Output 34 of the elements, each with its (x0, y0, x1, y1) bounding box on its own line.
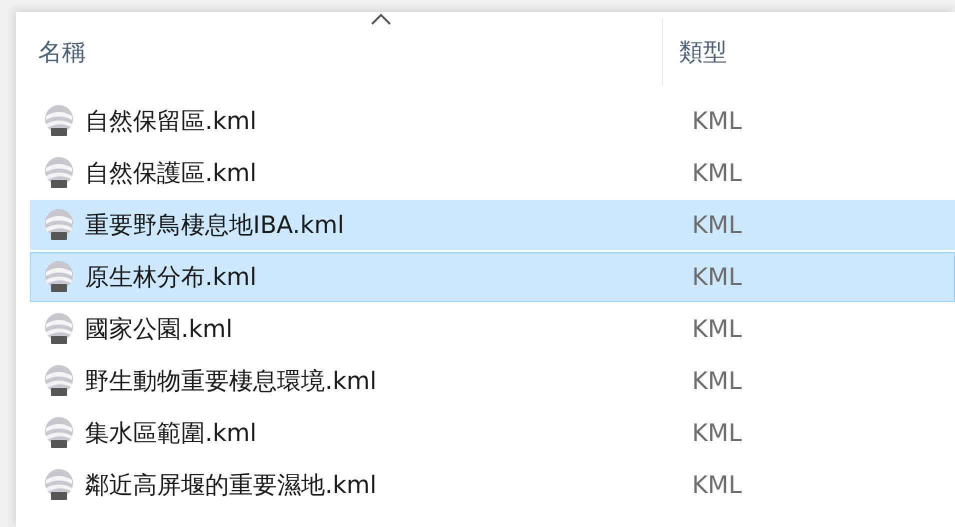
file-name: 自然保留區.kml (85, 106, 257, 137)
globe-file-icon (43, 416, 75, 450)
file-type: KML (691, 315, 743, 343)
file-name: 自然保護區.kml (85, 158, 257, 189)
file-row[interactable]: 自然保留區.kml KML (30, 96, 955, 146)
file-type: KML (691, 419, 743, 447)
globe-file-icon (43, 208, 75, 242)
file-type: KML (691, 107, 743, 135)
globe-file-icon (43, 156, 75, 190)
file-name: 原生林分布.kml (85, 262, 257, 293)
globe-file-icon (43, 260, 75, 294)
file-type: KML (691, 159, 743, 187)
file-type: KML (691, 211, 743, 239)
file-type: KML (691, 263, 743, 291)
file-row[interactable]: 鄰近高屏堰的重要濕地.kml KML (30, 460, 955, 510)
file-name: 國家公園.kml (85, 314, 233, 345)
file-row[interactable]: 野生動物重要棲息環境.kml KML (30, 356, 955, 406)
file-type: KML (691, 471, 743, 499)
globe-file-icon (43, 364, 75, 398)
file-row[interactable]: 國家公園.kml KML (30, 304, 955, 354)
file-name: 鄰近高屏堰的重要濕地.kml (85, 470, 377, 501)
column-header[interactable]: 類型 (679, 36, 727, 68)
file-row[interactable]: 重要野鳥棲息地IBA.kml KML (30, 200, 955, 250)
file-row[interactable]: 集水區範圍.kml KML (30, 408, 955, 458)
file-row[interactable]: 原生林分布.kml KML (30, 252, 955, 302)
file-row[interactable]: 自然保護區.kml KML (30, 148, 955, 198)
file-name: 集水區範圍.kml (85, 418, 257, 449)
globe-file-icon (43, 468, 75, 502)
column-header[interactable]: 名稱 (38, 36, 86, 68)
file-name: 重要野鳥棲息地IBA.kml (85, 210, 344, 241)
file-name: 野生動物重要棲息環境.kml (85, 366, 377, 397)
file-type: KML (691, 367, 743, 395)
globe-file-icon (43, 104, 75, 138)
globe-file-icon (43, 312, 75, 346)
